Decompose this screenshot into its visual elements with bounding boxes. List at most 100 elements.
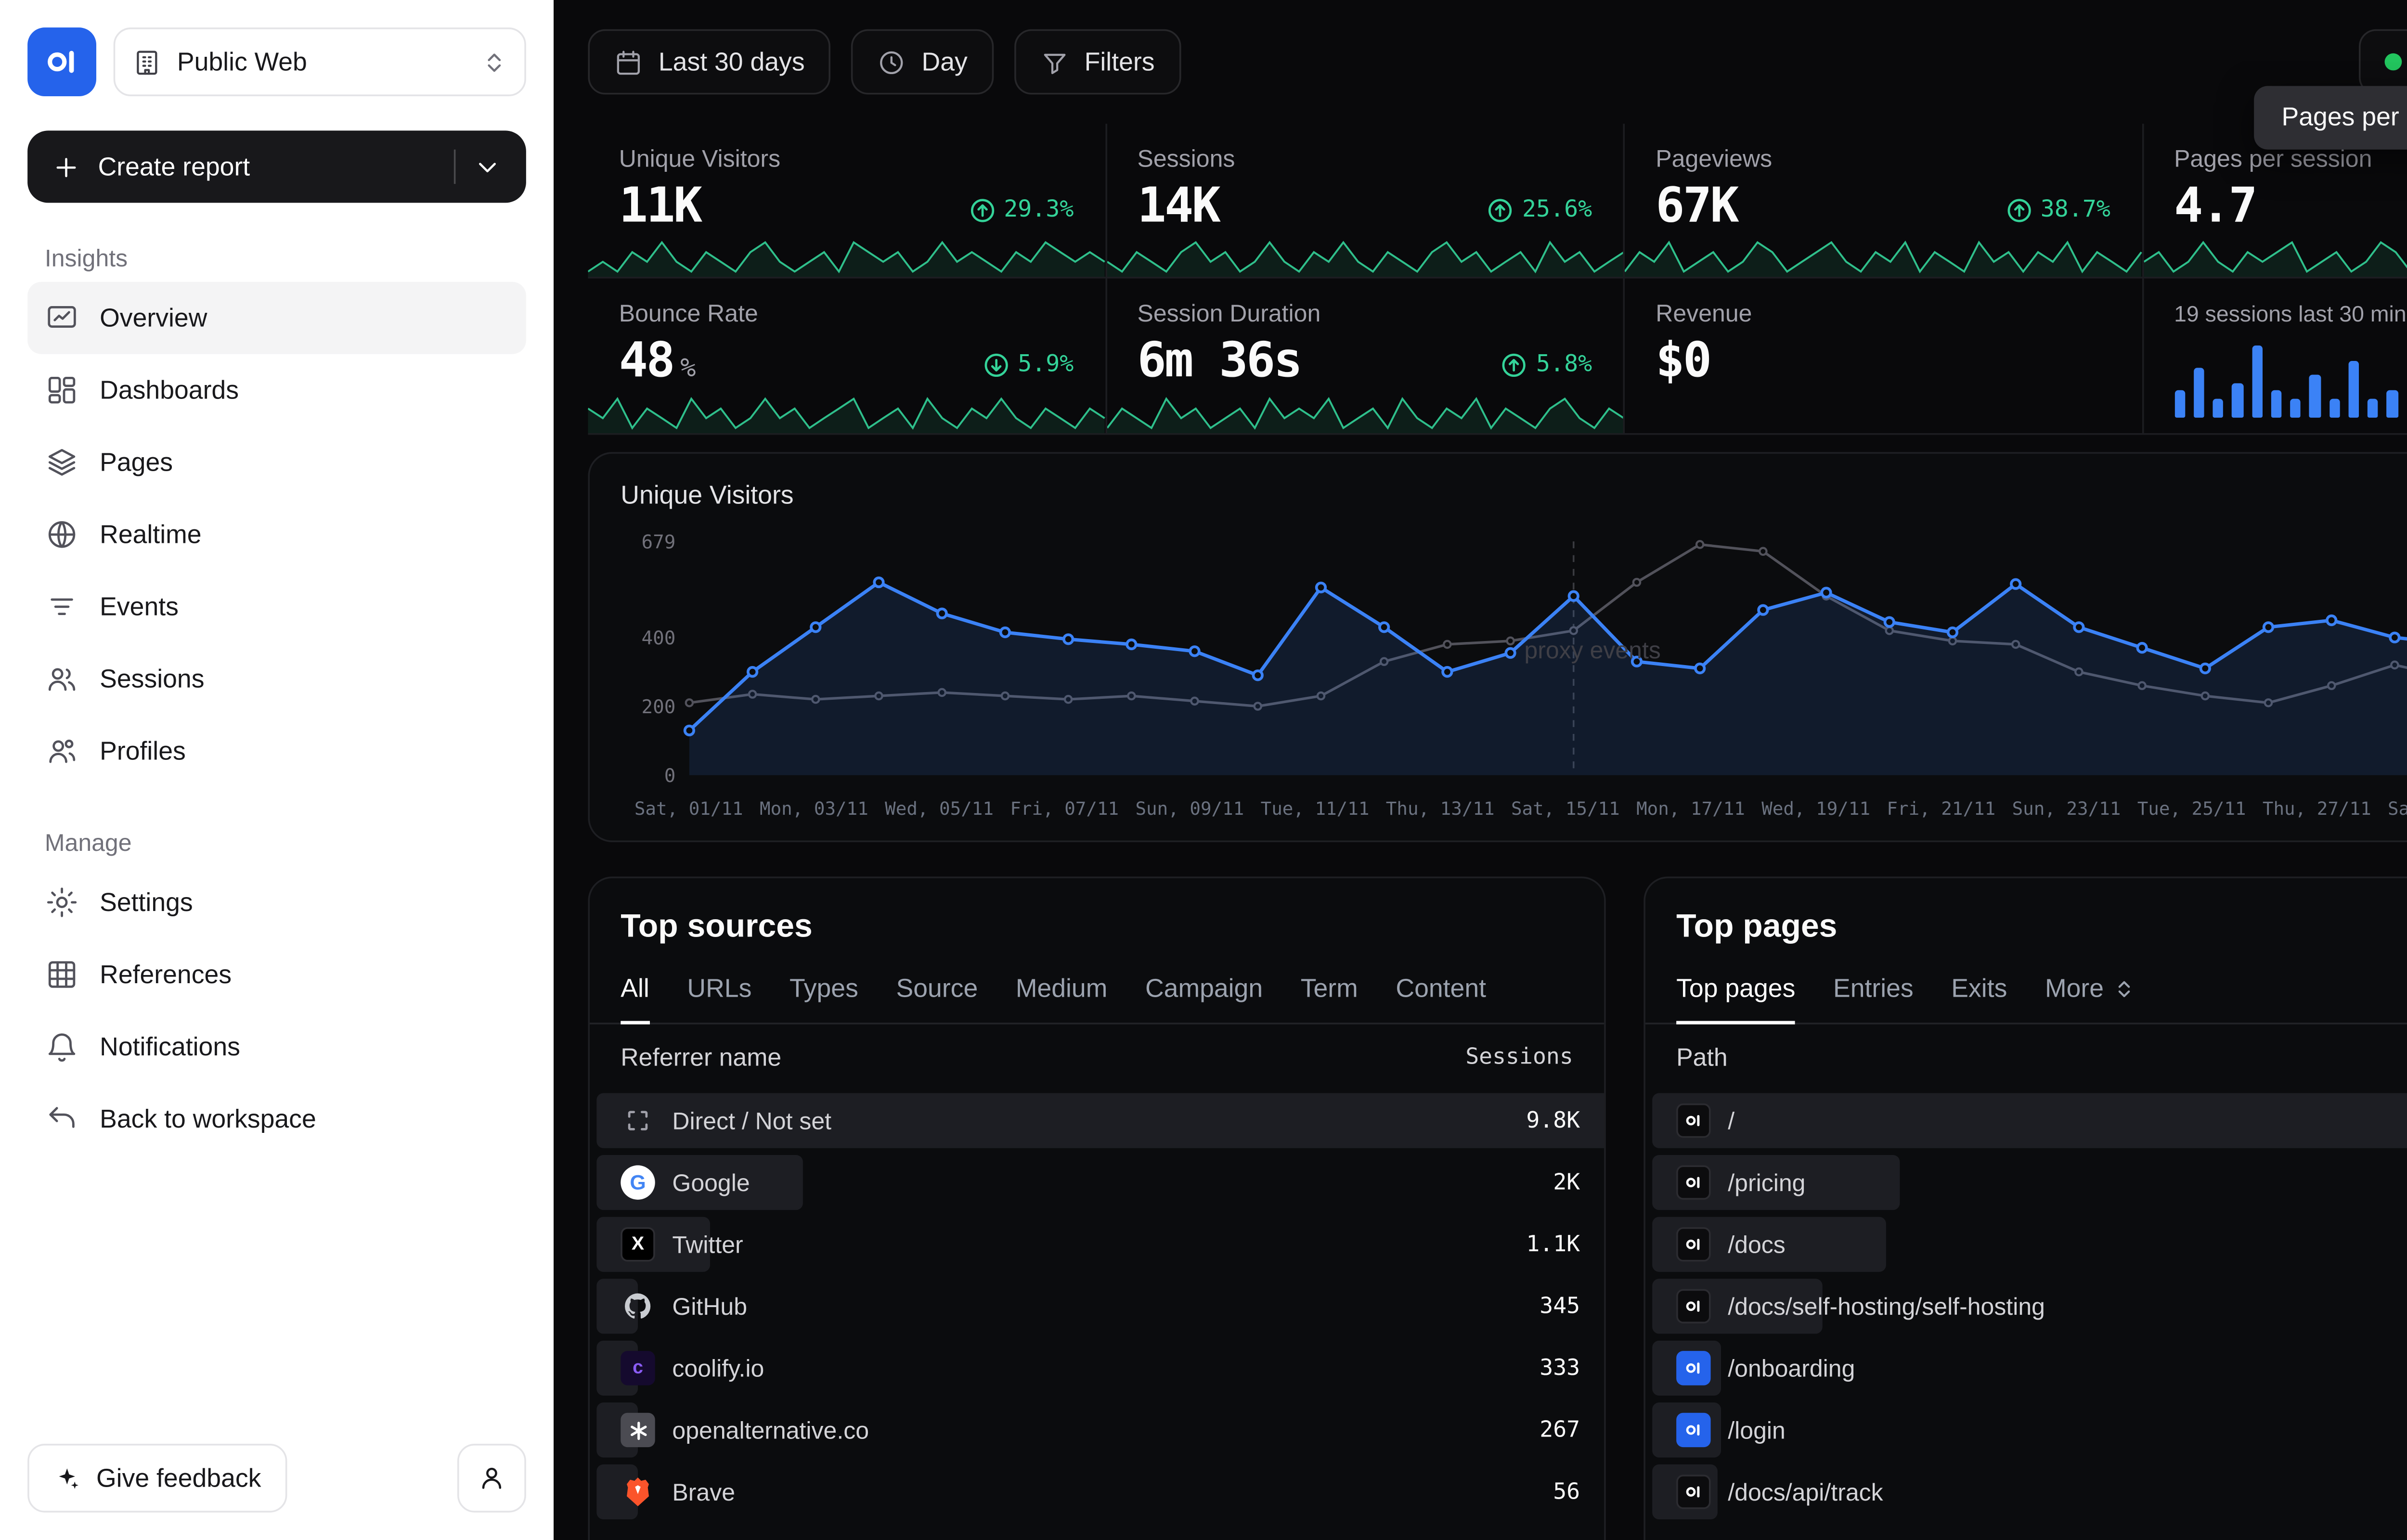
sidebar-item-label: Dashboards (100, 375, 239, 405)
metric-value: 67K (1656, 180, 1737, 231)
openpanel-logo[interactable] (27, 27, 96, 96)
metric-value: 11K (619, 180, 701, 231)
table-row-openalternative-co[interactable]: openalternative.co 267 (590, 1399, 1604, 1461)
give-feedback-button[interactable]: Give feedback (27, 1444, 287, 1513)
app-window: Public Web Create report Insights Overvie… (0, 0, 2407, 1540)
table-row-pricing[interactable]: /pricing1.9K (1645, 1152, 2407, 1214)
tab-all[interactable]: All (621, 964, 649, 1025)
row-name: / (1728, 1107, 2407, 1134)
metric-value: 48% (619, 335, 696, 385)
nav-section-label: Insights (45, 244, 526, 271)
sidebar-item-sessions[interactable]: Sessions (27, 643, 526, 715)
table-row-login[interactable]: /login525 (1645, 1399, 2407, 1461)
tab-top-pages[interactable]: Top pages (1676, 964, 1795, 1025)
metric-change-badge: 5.8% (1502, 351, 1592, 379)
openpanel-favicon (1676, 1351, 1710, 1385)
row-value: 333 (1540, 1355, 1580, 1381)
dashboards-icon (45, 373, 79, 407)
sidebar-nav: Insights Overview Dashboards Pages Realtime E… (27, 203, 526, 1155)
trend-down-icon (984, 352, 1009, 378)
calendar-icon (614, 47, 643, 77)
tab-more[interactable]: More (2045, 964, 2135, 1025)
sidebar-item-dashboards[interactable]: Dashboards (27, 354, 526, 426)
sidebar-item-label: Realtime (100, 520, 201, 549)
visitors-line-chart[interactable]: 6794002000 (621, 527, 2407, 785)
metric-change-badge: 25.6% (1488, 197, 1592, 224)
tab-source[interactable]: Source (896, 964, 978, 1025)
realtime-icon (45, 517, 79, 552)
tab-term[interactable]: Term (1301, 964, 1358, 1025)
top-pages-tabs: Top pages Entries Exits More (1645, 964, 2407, 1025)
row-name: coolify.io (672, 1354, 1522, 1382)
sidebar-item-settings[interactable]: Settings (27, 866, 526, 938)
column-path: Path (1676, 1045, 1728, 1072)
table-row-coolify-io[interactable]: ccoolify.io333 (590, 1337, 1604, 1399)
top-pages-table-header: Path Sessions (1645, 1025, 2407, 1090)
sidebar-item-overview[interactable]: Overview (27, 282, 526, 354)
metric-change-badge: 38.7% (2006, 197, 2110, 224)
tab-types[interactable]: Types (789, 964, 858, 1025)
table-row-docs-api-track[interactable]: /docs/api/track510 (1645, 1461, 2407, 1523)
chevron-updown-icon (481, 49, 507, 75)
sidebar-item-label: Settings (100, 888, 193, 917)
workspace-selector[interactable]: Public Web (114, 27, 526, 96)
sidebar-item-notifications[interactable]: Notifications (27, 1011, 526, 1083)
metric-sparkline (2143, 232, 2407, 277)
tab-exits[interactable]: Exits (1951, 964, 2007, 1025)
sidebar-item-profiles[interactable]: Profiles (27, 715, 526, 787)
sidebar-item-label: Back to workspace (100, 1104, 316, 1134)
metric-card-unique-visitors[interactable]: Unique Visitors11K29.3% (588, 124, 1106, 278)
table-row-[interactable]: /7.8K (1645, 1090, 2407, 1152)
live-visitors-button[interactable]: 11 (2359, 29, 2407, 95)
table-row-direct-not-set[interactable]: Direct / Not set9.8K (590, 1090, 1604, 1152)
tab-entries[interactable]: Entries (1833, 964, 1914, 1025)
metric-card-19-sessions-last-30-min[interactable]: 19 sessions last 30 min1 (2143, 279, 2407, 433)
profile-button[interactable] (457, 1444, 526, 1513)
row-value: 267 (1540, 1417, 1580, 1443)
row-name: openalternative.co (672, 1416, 1522, 1444)
clock-icon (877, 47, 906, 77)
sidebar-item-pages[interactable]: Pages (27, 426, 526, 499)
table-row-google[interactable]: GGoogle2K (590, 1152, 1604, 1214)
tab-medium[interactable]: Medium (1016, 964, 1108, 1025)
filters-button[interactable]: Filters (1014, 29, 1180, 95)
chevron-down-icon (473, 152, 502, 181)
sidebar-item-label: Profiles (100, 736, 186, 766)
tab-urls[interactable]: URLs (687, 964, 751, 1025)
metric-card-session-duration[interactable]: Session Duration6m 36s5.8% (1106, 279, 1625, 433)
sidebar-item-label: Sessions (100, 664, 204, 693)
metric-card-bounce-rate[interactable]: Bounce Rate48%5.9% (588, 279, 1106, 433)
workspace-name: Public Web (177, 47, 307, 77)
plus-icon (52, 152, 81, 181)
interval-button[interactable]: Day (851, 29, 993, 95)
table-row-onboarding[interactable]: /onboarding533 (1645, 1337, 2407, 1399)
metric-card-sessions[interactable]: Sessions14K25.6% (1106, 124, 1625, 278)
building-icon (132, 47, 162, 77)
metric-sparkline (1106, 232, 1623, 277)
table-row-github[interactable]: GitHub345 (590, 1275, 1604, 1337)
x-axis-label: Fri, 07/11 (1010, 799, 1119, 820)
metric-card-pageviews[interactable]: Pageviews67K38.7% (1625, 124, 2143, 278)
sidebar-item-references[interactable]: References (27, 938, 526, 1011)
sidebar-item-back-to-workspace[interactable]: Back to workspace (27, 1083, 526, 1155)
row-name: Brave (672, 1478, 1536, 1505)
sidebar: Public Web Create report Insights Overvie… (0, 0, 554, 1540)
table-row-docs-self-hosting-self-hosting[interactable]: /docs/self-hosting/self-hosting1.3K (1645, 1275, 2407, 1337)
metrics-overview: Unique Visitors11K29.3%Sessions14K25.6%P… (588, 124, 2407, 435)
date-range-button[interactable]: Last 30 days (588, 29, 830, 95)
give-feedback-label: Give feedback (96, 1463, 261, 1493)
create-report-button[interactable]: Create report (27, 130, 526, 203)
metric-card-revenue[interactable]: Revenue$0 (1625, 279, 2143, 433)
tab-campaign[interactable]: Campaign (1145, 964, 1263, 1025)
table-row-docs[interactable]: /docs1.8K (1645, 1213, 2407, 1275)
table-row-brave[interactable]: Brave56 (590, 1461, 1604, 1523)
sidebar-item-realtime[interactable]: Realtime (27, 499, 526, 571)
person-icon (476, 1463, 507, 1493)
sidebar-item-events[interactable]: Events (27, 571, 526, 643)
filters-label: Filters (1085, 47, 1155, 77)
table-row-twitter[interactable]: XTwitter1.1K (590, 1213, 1604, 1275)
tab-content[interactable]: Content (1396, 964, 1486, 1025)
row-name: /docs (1728, 1231, 2407, 1258)
x-axis-label: Fri, 21/11 (1887, 799, 1995, 820)
row-name: /docs/api/track (1728, 1478, 2407, 1505)
